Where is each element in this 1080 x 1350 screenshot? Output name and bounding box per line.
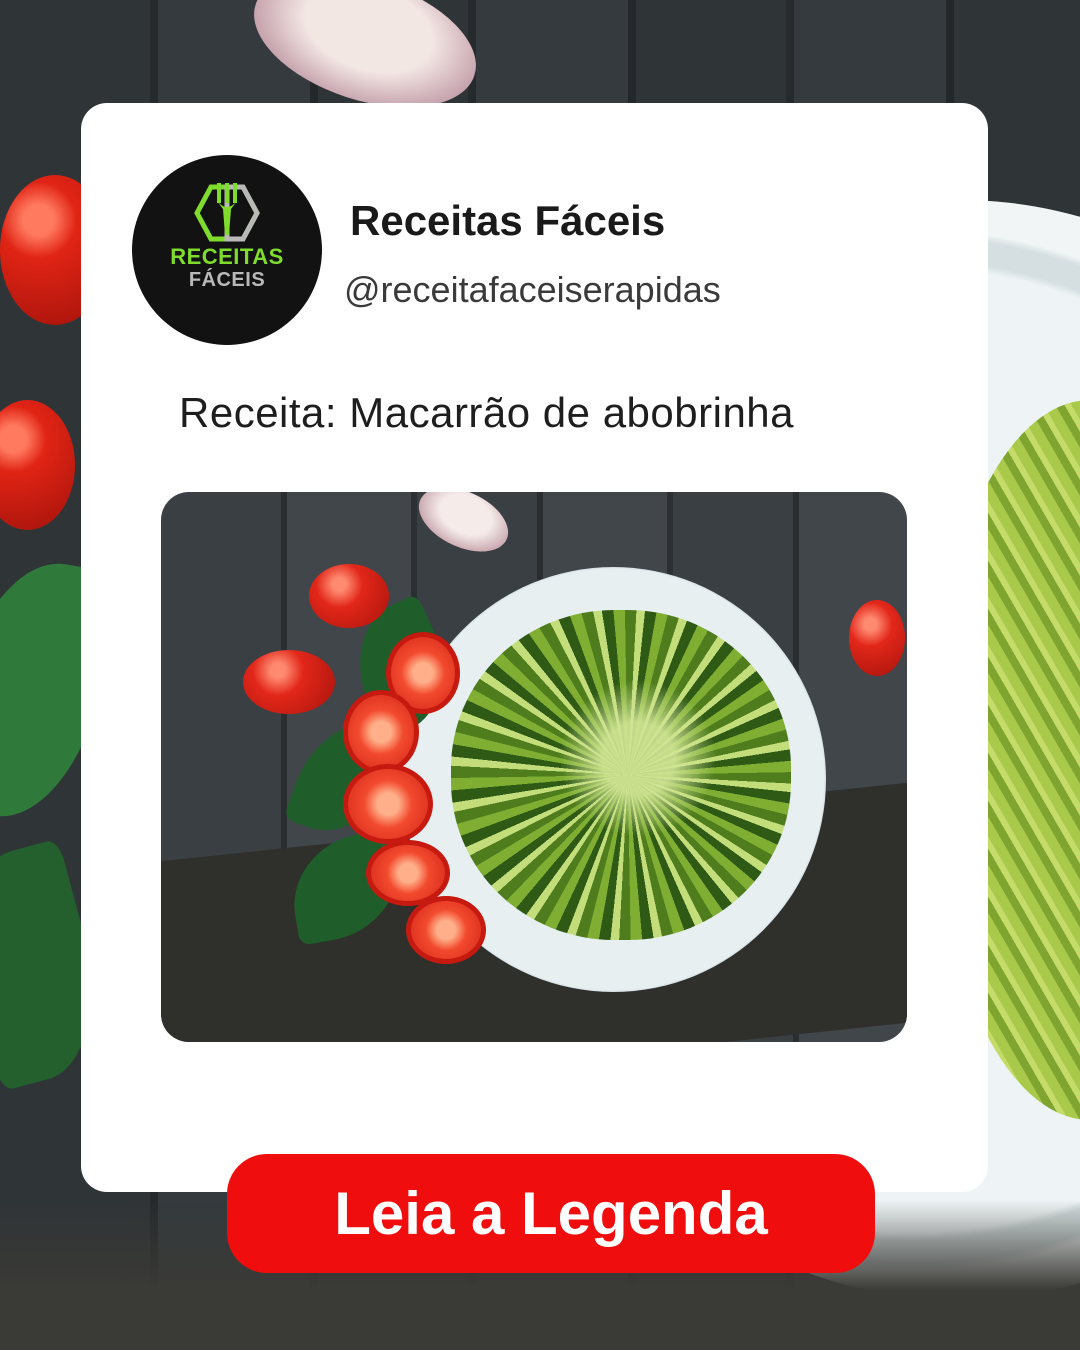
recipe-photo: [161, 492, 907, 1042]
zucchini-pasta: [451, 610, 791, 940]
cherry-tomato: [243, 650, 335, 714]
read-caption-button[interactable]: Leia a Legenda: [227, 1154, 875, 1273]
fork-hexagon-icon: [194, 183, 260, 242]
logo-text-line1: RECEITAS: [170, 244, 284, 269]
tomato-half: [343, 764, 433, 844]
profile-handle[interactable]: @receitafaceiserapidas: [344, 269, 721, 311]
recipe-title: Receita: Macarrão de abobrinha: [179, 389, 795, 436]
post-card: RECEITAS FÁCEIS Receitas Fáceis @receita…: [81, 103, 988, 1192]
background-tomato: [0, 400, 75, 530]
cherry-tomato: [309, 564, 389, 628]
cherry-tomato: [849, 600, 905, 676]
tomato-half: [343, 690, 419, 774]
tomato-half: [406, 896, 486, 964]
logo-text-line2: FÁCEIS: [188, 269, 266, 291]
garlic-clove: [408, 492, 519, 565]
profile-name[interactable]: Receitas Fáceis: [350, 197, 665, 245]
avatar[interactable]: RECEITAS FÁCEIS: [132, 155, 322, 345]
